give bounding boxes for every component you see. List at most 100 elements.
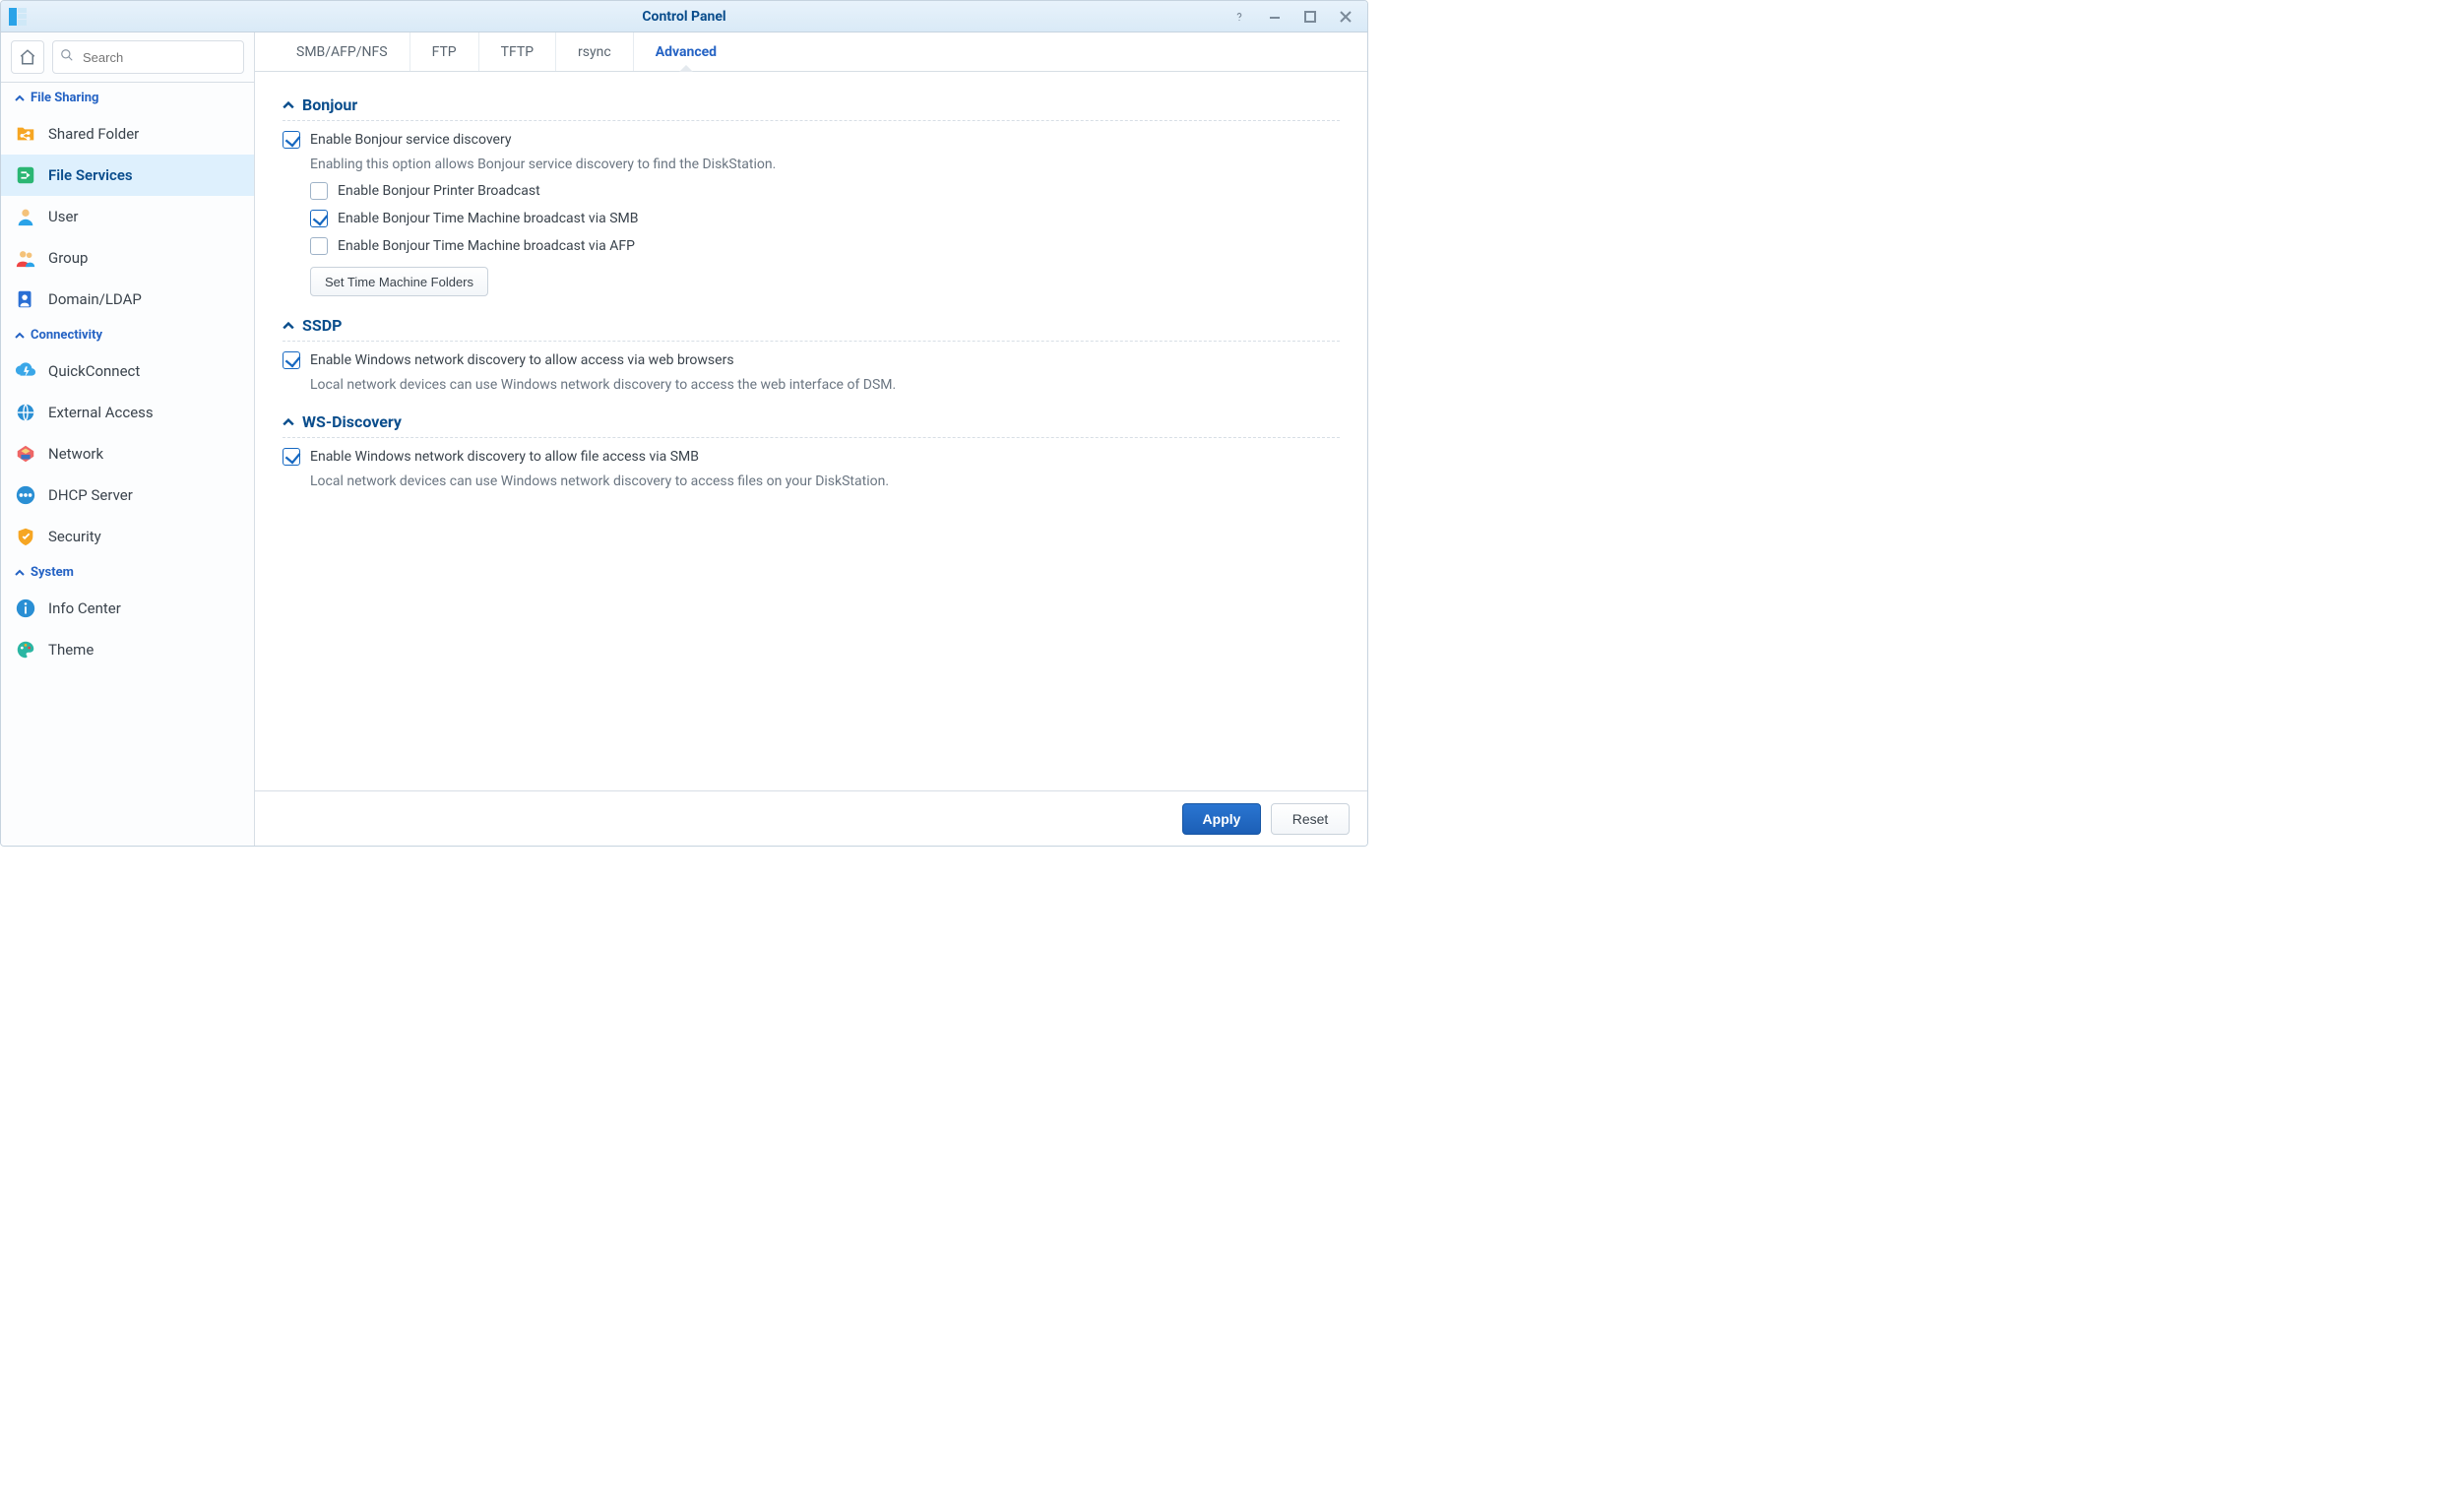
sidebar-item-user[interactable]: User (1, 196, 254, 237)
sidebar-item-security[interactable]: Security (1, 516, 254, 557)
sidebar-section-connectivity[interactable]: Connectivity (1, 320, 254, 350)
content-area[interactable]: Bonjour Enable Bonjour service discovery… (255, 72, 1367, 790)
chevron-up-icon (15, 331, 25, 341)
tab-label: FTP (432, 44, 457, 60)
sidebar-item-dhcp-server[interactable]: DHCP Server (1, 474, 254, 516)
group-heading-ssdp[interactable]: SSDP (283, 310, 1340, 342)
home-icon (19, 48, 36, 66)
row-tm-folders-btn: Set Time Machine Folders (310, 267, 1340, 296)
help-button[interactable] (1222, 1, 1257, 32)
checkbox-bonjour-enable[interactable] (283, 131, 300, 149)
chevron-up-icon (15, 568, 25, 578)
sidebar: File Sharing Shared Folder File Services… (1, 32, 255, 846)
tab-label: rsync (578, 44, 611, 60)
window-title: Control Panel (642, 9, 725, 25)
sidebar-item-group[interactable]: Group (1, 237, 254, 279)
group-ws-discovery: WS-Discovery Enable Windows network disc… (283, 407, 1340, 489)
tab-label: SMB/AFP/NFS (296, 44, 388, 60)
sidebar-section-label: Connectivity (31, 328, 102, 343)
chevron-up-icon (283, 99, 294, 111)
tab-tftp[interactable]: TFTP (479, 32, 556, 71)
globe-icon (15, 402, 36, 423)
search-wrapper (52, 40, 244, 74)
desc-bonjour-enable: Enabling this option allows Bonjour serv… (310, 157, 1340, 172)
group-heading-bonjour[interactable]: Bonjour (283, 90, 1340, 121)
tab-label: Advanced (656, 44, 717, 60)
checkbox-bonjour-printer[interactable] (310, 182, 328, 200)
sidebar-section-system[interactable]: System (1, 557, 254, 588)
app-icon (7, 6, 29, 28)
chevron-up-icon (283, 416, 294, 428)
shield-icon (15, 526, 36, 547)
main-panel: SMB/AFP/NFS FTP TFTP rsync Advanced Bonj… (255, 32, 1367, 846)
sidebar-item-shared-folder[interactable]: Shared Folder (1, 113, 254, 155)
user-icon (15, 206, 36, 227)
label-bonjour-enable: Enable Bonjour service discovery (310, 132, 511, 148)
sidebar-item-quickconnect[interactable]: QuickConnect (1, 350, 254, 392)
checkbox-ssdp-enable[interactable] (283, 351, 300, 369)
desc-ssdp-enable: Local network devices can use Windows ne… (310, 377, 1340, 393)
tab-advanced[interactable]: Advanced (634, 32, 738, 71)
sidebar-top (1, 32, 254, 83)
group-heading-wsd[interactable]: WS-Discovery (283, 407, 1340, 438)
chevron-up-icon (15, 94, 25, 103)
tab-smb-afp-nfs[interactable]: SMB/AFP/NFS (275, 32, 410, 71)
sidebar-item-label: Shared Folder (48, 125, 139, 143)
sidebar-item-label: Security (48, 528, 101, 545)
maximize-button[interactable] (1292, 1, 1328, 32)
row-bonjour-enable: Enable Bonjour service discovery (283, 131, 1340, 149)
sidebar-item-label: Network (48, 445, 103, 463)
set-time-machine-folders-button[interactable]: Set Time Machine Folders (310, 267, 488, 296)
label-bonjour-tm-afp: Enable Bonjour Time Machine broadcast vi… (338, 238, 635, 254)
sidebar-item-label: Theme (48, 641, 94, 659)
footer: Apply Reset (255, 790, 1367, 846)
close-button[interactable] (1328, 1, 1363, 32)
sidebar-item-file-services[interactable]: File Services (1, 155, 254, 196)
sidebar-item-network[interactable]: Network (1, 433, 254, 474)
sidebar-item-label: Info Center (48, 599, 121, 617)
search-icon (60, 48, 74, 66)
group-ssdp: SSDP Enable Windows network discovery to… (283, 310, 1340, 393)
group-icon (15, 247, 36, 269)
sidebar-item-info-center[interactable]: Info Center (1, 588, 254, 629)
label-wsd-enable: Enable Windows network discovery to allo… (310, 449, 699, 465)
home-button[interactable] (11, 40, 44, 74)
network-icon (15, 443, 36, 465)
apply-button[interactable]: Apply (1182, 803, 1261, 835)
checkbox-wsd-enable[interactable] (283, 448, 300, 466)
sidebar-section-file-sharing[interactable]: File Sharing (1, 83, 254, 113)
search-input[interactable] (52, 40, 244, 74)
window-controls (1222, 1, 1367, 32)
row-bonjour-tm-afp: Enable Bonjour Time Machine broadcast vi… (310, 237, 1340, 255)
info-icon (15, 598, 36, 619)
tab-ftp[interactable]: FTP (410, 32, 479, 71)
row-bonjour-tm-smb: Enable Bonjour Time Machine broadcast vi… (310, 210, 1340, 227)
row-bonjour-printer: Enable Bonjour Printer Broadcast (310, 182, 1340, 200)
minimize-button[interactable] (1257, 1, 1292, 32)
quickconnect-icon (15, 360, 36, 382)
desc-wsd-enable: Local network devices can use Windows ne… (310, 473, 1340, 489)
window-body: File Sharing Shared Folder File Services… (1, 32, 1367, 846)
titlebar: Control Panel (1, 1, 1367, 32)
sidebar-item-label: File Services (48, 166, 133, 184)
sidebar-item-external-access[interactable]: External Access (1, 392, 254, 433)
sidebar-item-label: User (48, 208, 79, 225)
folder-share-icon (15, 123, 36, 145)
checkbox-bonjour-tm-smb[interactable] (310, 210, 328, 227)
sidebar-scroll[interactable]: File Sharing Shared Folder File Services… (1, 83, 254, 846)
sidebar-item-label: Group (48, 249, 88, 267)
sidebar-item-theme[interactable]: Theme (1, 629, 254, 670)
sidebar-item-domain-ldap[interactable]: Domain/LDAP (1, 279, 254, 320)
group-title: WS-Discovery (302, 412, 402, 431)
group-title: Bonjour (302, 95, 357, 114)
label-bonjour-tm-smb: Enable Bonjour Time Machine broadcast vi… (338, 211, 638, 226)
control-panel-window: Control Panel (0, 0, 1368, 847)
tab-rsync[interactable]: rsync (556, 32, 634, 71)
reset-button[interactable]: Reset (1271, 803, 1350, 835)
group-bonjour: Bonjour Enable Bonjour service discovery… (283, 90, 1340, 296)
domain-ldap-icon (15, 288, 36, 310)
label-bonjour-printer: Enable Bonjour Printer Broadcast (338, 183, 540, 199)
checkbox-bonjour-tm-afp[interactable] (310, 237, 328, 255)
palette-icon (15, 639, 36, 661)
file-services-icon (15, 164, 36, 186)
